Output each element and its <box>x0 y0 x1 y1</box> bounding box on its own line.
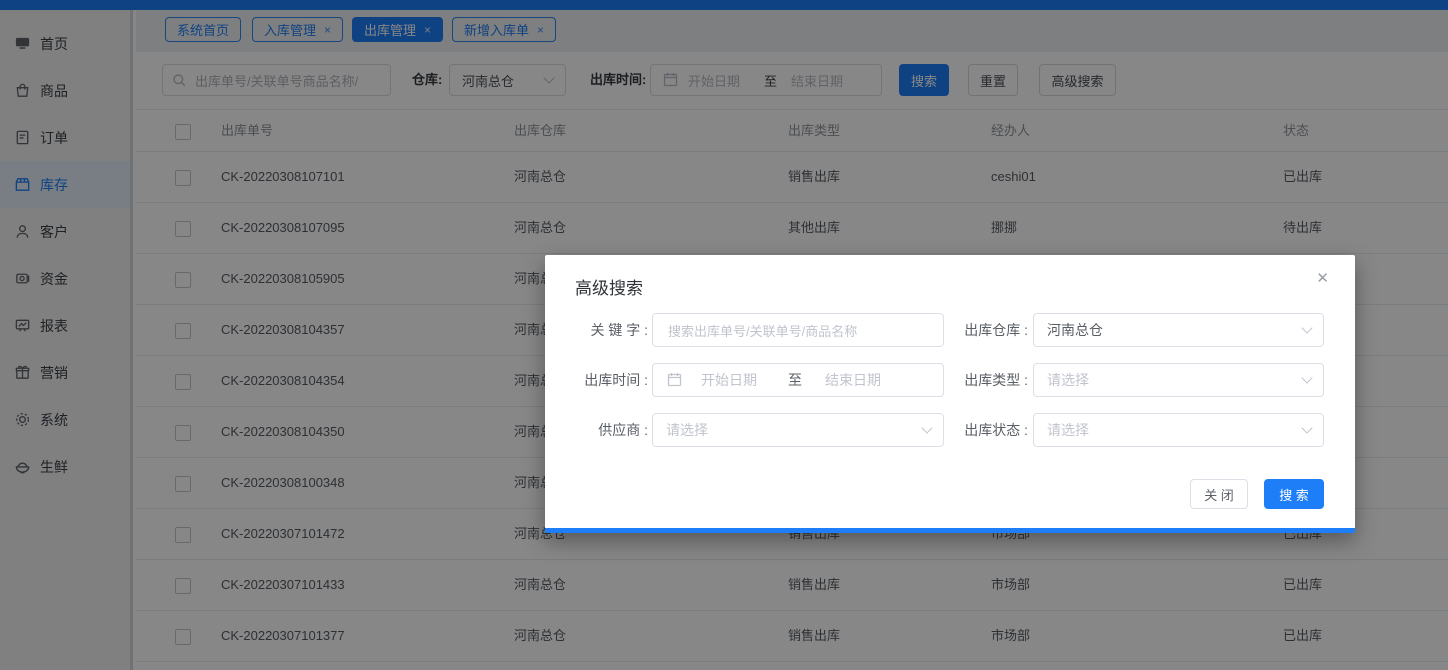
modal-close-button[interactable]: 关 闭 <box>1190 479 1248 509</box>
supplier-placeholder: 请选择 <box>666 414 708 446</box>
out-type-select[interactable]: 请选择 <box>1033 363 1324 397</box>
out-status-label: 出库状态 : <box>940 413 1028 447</box>
end-date-placeholder: 结束日期 <box>825 364 881 396</box>
out-warehouse-label: 出库仓库 : <box>940 313 1028 347</box>
modal-search-button[interactable]: 搜 索 <box>1264 479 1324 509</box>
chevron-down-icon <box>1301 372 1312 383</box>
start-date-placeholder: 开始日期 <box>701 364 757 396</box>
advanced-search-modal: 高级搜索 ✕ 关 键 字 : 出库仓库 : 河南总仓 出库时间 : 开始日期 至… <box>545 255 1355 533</box>
out-time-label: 出库时间 : <box>548 363 648 397</box>
out-type-placeholder: 请选择 <box>1047 364 1089 396</box>
chevron-down-icon <box>921 422 932 433</box>
out-type-label: 出库类型 : <box>940 363 1028 397</box>
date-separator: 至 <box>788 364 802 396</box>
calendar-icon <box>667 372 682 392</box>
chevron-down-icon <box>1301 322 1312 333</box>
keyword-input[interactable] <box>666 315 930 347</box>
out-warehouse-select[interactable]: 河南总仓 <box>1033 313 1324 347</box>
modal-date-range-picker[interactable]: 开始日期 至 结束日期 <box>652 363 944 397</box>
keyword-label: 关 键 字 : <box>548 313 648 347</box>
out-status-select[interactable]: 请选择 <box>1033 413 1324 447</box>
chevron-down-icon <box>1301 422 1312 433</box>
modal-title: 高级搜索 <box>575 274 643 299</box>
keyword-input-wrap <box>652 313 944 347</box>
close-icon[interactable]: ✕ <box>1316 271 1329 286</box>
out-status-placeholder: 请选择 <box>1047 414 1089 446</box>
out-warehouse-value: 河南总仓 <box>1047 314 1103 346</box>
supplier-select[interactable]: 请选择 <box>652 413 944 447</box>
supplier-label: 供应商 : <box>548 413 648 447</box>
